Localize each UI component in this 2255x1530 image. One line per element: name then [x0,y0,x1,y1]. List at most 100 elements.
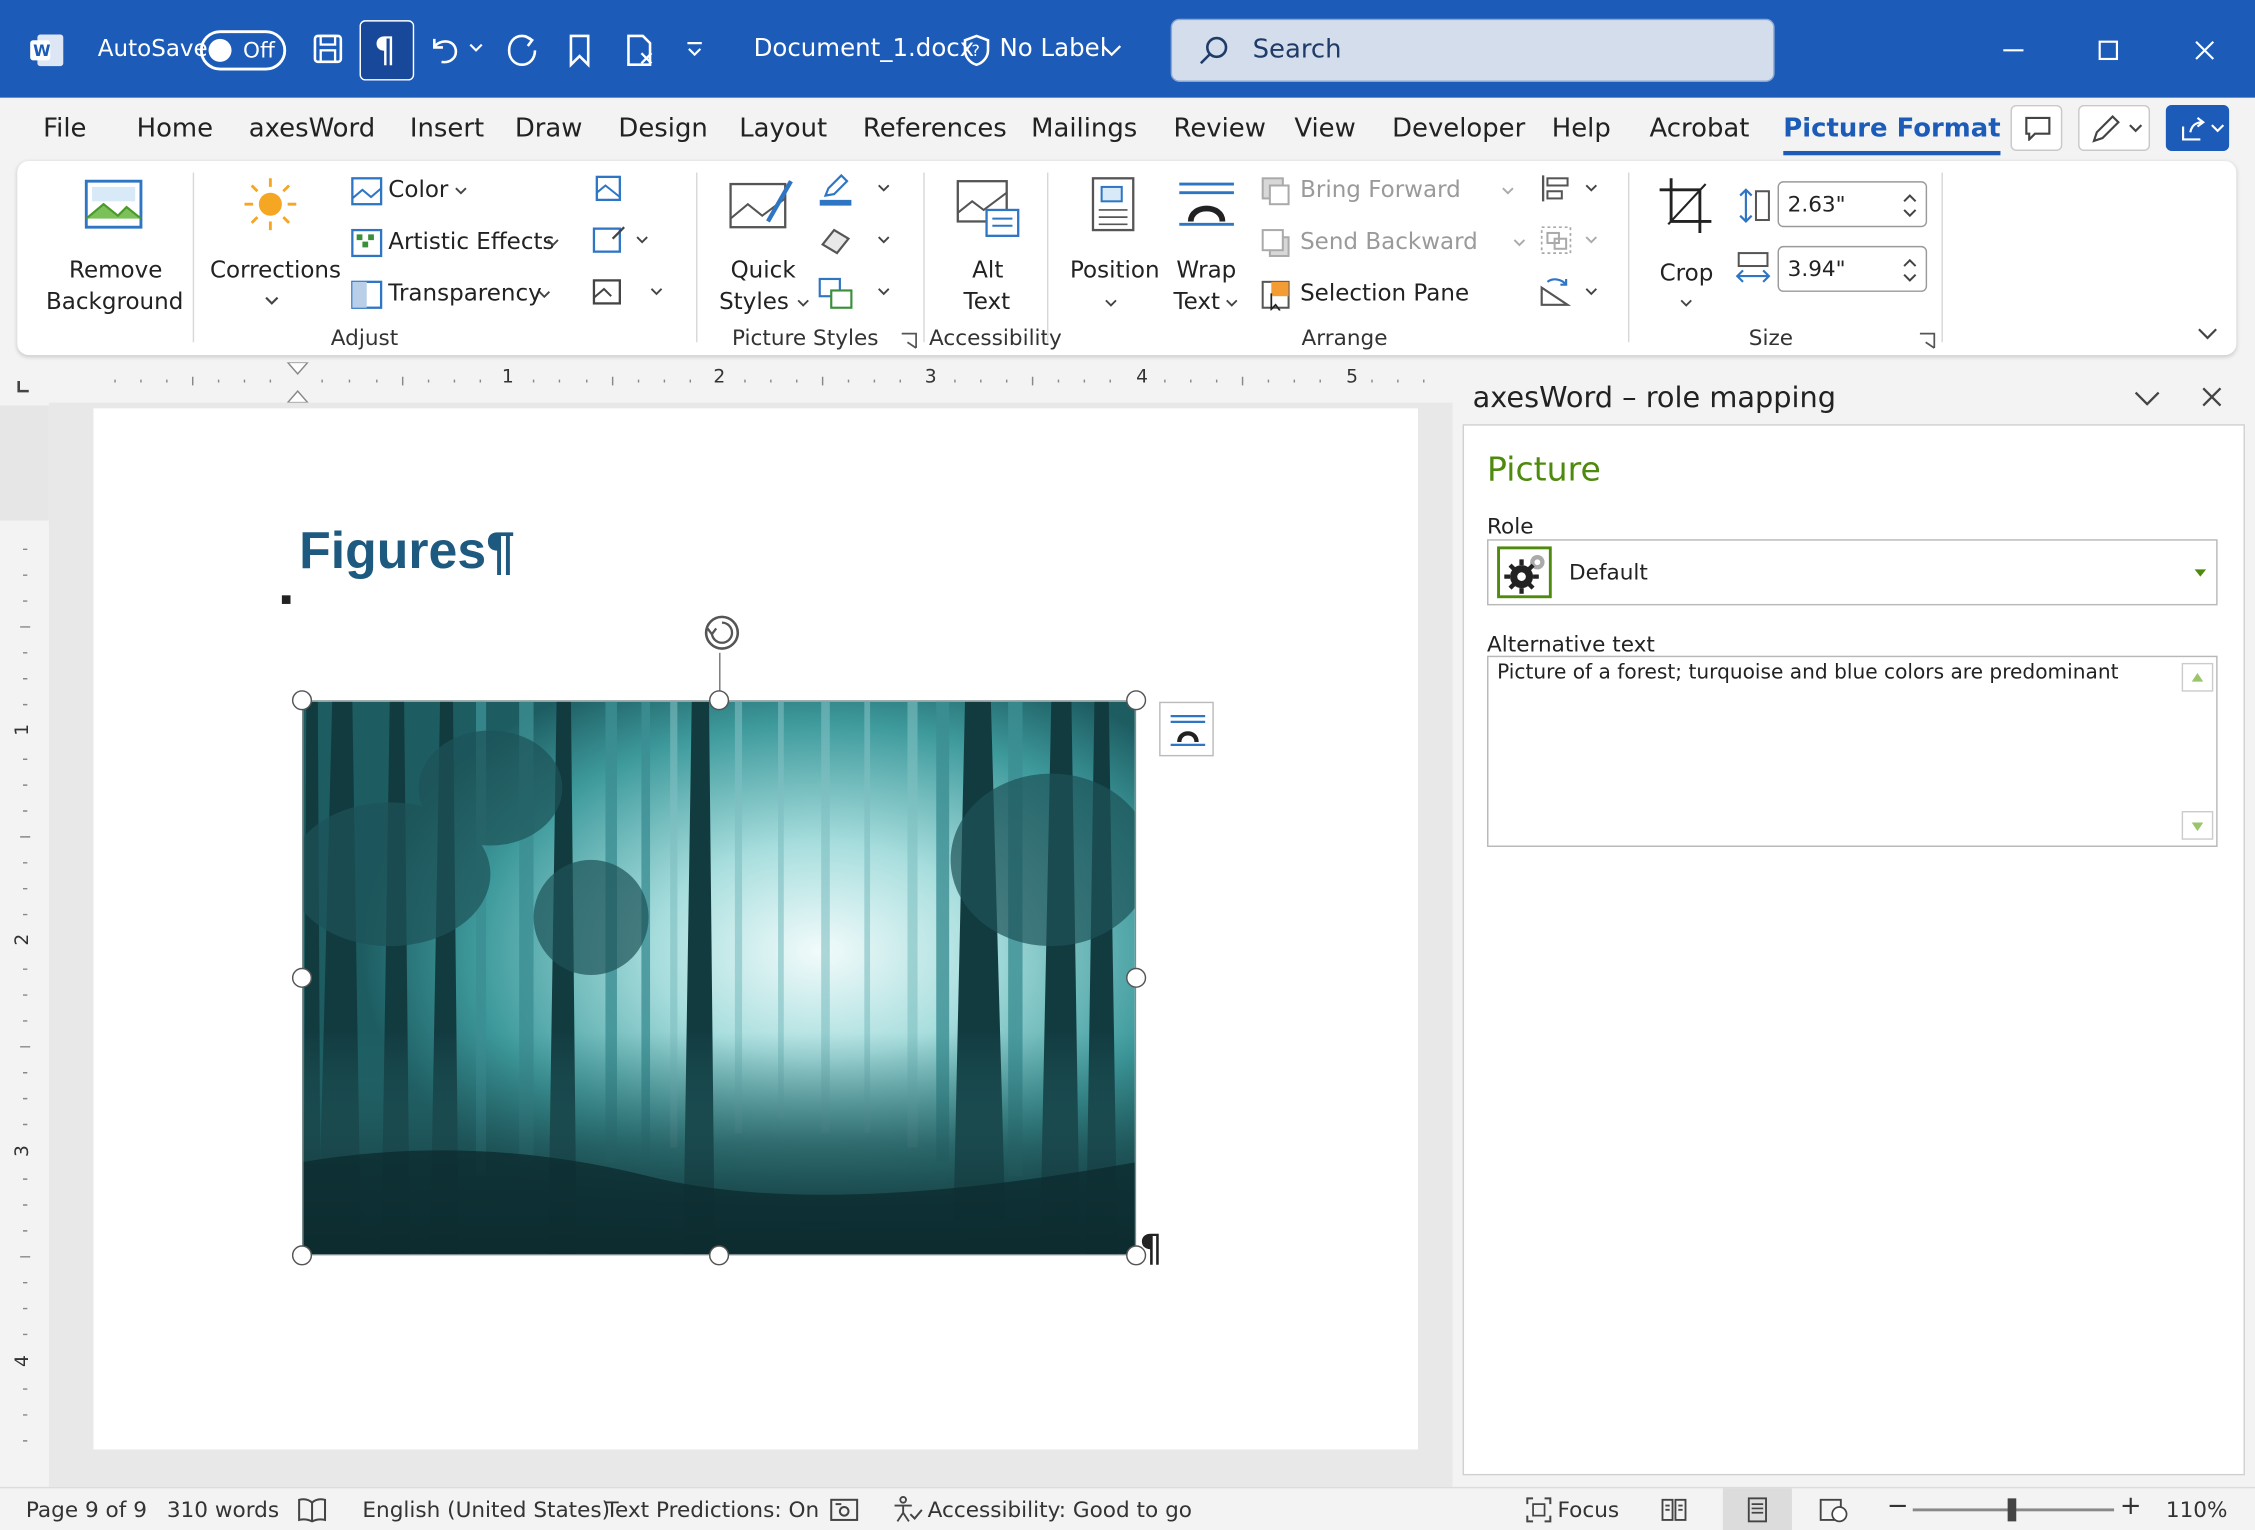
zoom-slider[interactable] [1912,1498,2115,1522]
forest-picture[interactable] [302,700,1137,1256]
spin-arrows-icon[interactable] [1903,256,1917,285]
sensitivity-dropdown-icon[interactable] [1102,43,1122,57]
resize-handle-left[interactable] [291,967,313,988]
tab-acrobat[interactable]: Acrobat [1650,114,1750,144]
group-objects-button[interactable] [1539,224,1605,261]
undo-dropdown-icon[interactable] [469,40,483,57]
language[interactable]: English (United States) [362,1497,610,1523]
tab-insert[interactable]: Insert [410,114,484,144]
customize-toolbar-icon[interactable] [685,37,705,60]
width-field[interactable]: 3.94" [1777,245,1928,292]
remove-background-button[interactable]: Remove Background [43,175,183,315]
macro-recording-icon[interactable] [828,1497,860,1523]
save-icon[interactable] [311,32,346,67]
maximize-icon[interactable] [2088,32,2128,69]
collapse-ribbon-icon[interactable] [2197,319,2220,340]
resize-handle-bottom[interactable] [709,1245,730,1266]
picture-effects-button[interactable] [817,224,898,261]
vertical-ruler[interactable]: 1 2 3 4 [0,405,49,1487]
reset-picture-icon[interactable] [592,276,671,313]
color-button[interactable]: Color [348,173,492,210]
undo-icon[interactable] [426,32,463,69]
quick-styles-button[interactable]: Quick Styles [713,175,814,315]
close-icon[interactable] [2185,32,2225,69]
resize-handle-right[interactable] [1126,967,1147,988]
picture-layout-button[interactable] [817,276,898,313]
pane-options-chevron-icon[interactable] [2134,385,2163,408]
artistic-effects-button[interactable]: Artistic Effects [348,224,564,261]
tab-file[interactable]: File [43,114,86,144]
tab-help[interactable]: Help [1552,114,1611,144]
tab-design[interactable]: Design [618,114,707,144]
tab-picture-format[interactable]: Picture Format [1783,114,2001,156]
editing-mode-button[interactable] [2078,104,2151,151]
comments-button[interactable] [2010,104,2063,151]
web-layout-icon[interactable] [1818,1497,1850,1523]
tab-view[interactable]: View [1294,114,1355,144]
horizontal-ruler[interactable]: 1 2 3 4 5 [48,362,1453,403]
tab-mailings[interactable]: Mailings [1031,114,1137,144]
focus-icon[interactable] [1524,1495,1553,1524]
layout-options-button[interactable] [1159,701,1214,757]
autosave-toggle[interactable]: Off [199,30,287,71]
picture-border-button[interactable] [817,173,898,210]
document-filename[interactable]: Document_1.docx [754,35,975,64]
document-heading[interactable]: Figures¶ [299,521,515,581]
redo-icon[interactable] [503,32,540,69]
crop-button[interactable]: Crop [1645,175,1726,313]
word-count[interactable]: 310 words [167,1497,279,1523]
resize-handle-top[interactable] [709,690,730,711]
height-field[interactable]: 2.63" [1777,181,1928,228]
pane-close-icon[interactable] [2200,385,2226,411]
selection-pane-button[interactable]: Selection Pane [1260,276,1476,313]
zoom-level[interactable]: 110% [2166,1497,2228,1523]
zoom-slider-thumb[interactable] [2007,1498,2017,1522]
accessibility-icon[interactable] [892,1495,924,1524]
share-button[interactable] [2165,104,2230,151]
resize-handle-top-right[interactable] [1126,690,1147,711]
tab-layout[interactable]: Layout [739,114,827,144]
corrections-button[interactable]: Corrections [204,175,341,313]
ruler-corner-icon[interactable] [14,374,31,393]
minimize-icon[interactable] [1993,32,2033,69]
position-button[interactable]: Position [1064,175,1162,313]
role-select[interactable]: Default [1487,539,2218,606]
rotate-handle-icon[interactable] [699,610,745,656]
align-button[interactable] [1539,173,1605,210]
picture-styles-launcher-icon[interactable] [900,328,917,349]
resize-handle-bottom-left[interactable] [291,1245,313,1266]
bookmark-icon[interactable] [564,32,596,69]
proofing-book-icon[interactable] [296,1497,328,1523]
show-formatting-button[interactable]: ¶ [359,20,415,81]
rotate-button[interactable] [1539,276,1605,313]
focus-label[interactable]: Focus [1558,1497,1620,1523]
word-logo-icon[interactable]: W [29,32,66,69]
search-box[interactable]: Search [1170,18,1775,82]
page-count[interactable]: Page 9 of 9 [26,1497,147,1523]
zoom-in-icon[interactable]: + [2120,1491,2142,1521]
alt-text-textarea[interactable]: Picture of a forest; turquoise and blue … [1487,655,2218,847]
scroll-down-icon[interactable] [2181,811,2214,840]
print-layout-button[interactable] [1722,1488,1792,1530]
bring-forward-button[interactable]: Bring Forward [1260,173,1519,210]
size-launcher-icon[interactable] [1918,328,1936,349]
send-backward-button[interactable]: Send Backward [1260,224,1533,261]
accessibility-check-icon[interactable] [621,32,658,69]
sensitivity-label[interactable]: No Label [1000,35,1107,64]
wrap-text-button[interactable]: Wrap Text [1168,175,1251,315]
tab-draw[interactable]: Draw [515,114,583,144]
tab-references[interactable]: References [863,114,1007,144]
accessibility-status[interactable]: Accessibility: Good to go [928,1497,1192,1523]
alt-text-button[interactable]: Alt Text [938,175,1036,315]
transparency-button[interactable]: Transparency [348,276,564,313]
tab-developer[interactable]: Developer [1392,114,1525,144]
tab-review[interactable]: Review [1174,114,1266,144]
tab-home[interactable]: Home [137,114,213,144]
resize-handle-top-left[interactable] [291,690,313,711]
read-mode-icon[interactable] [1660,1497,1689,1523]
spin-arrows-icon[interactable] [1903,191,1917,220]
scroll-up-icon[interactable] [2181,662,2214,692]
text-predictions[interactable]: Text Predictions: On [605,1497,819,1523]
tab-axesword[interactable]: axesWord [249,114,375,144]
zoom-out-icon[interactable]: − [1887,1491,1909,1521]
